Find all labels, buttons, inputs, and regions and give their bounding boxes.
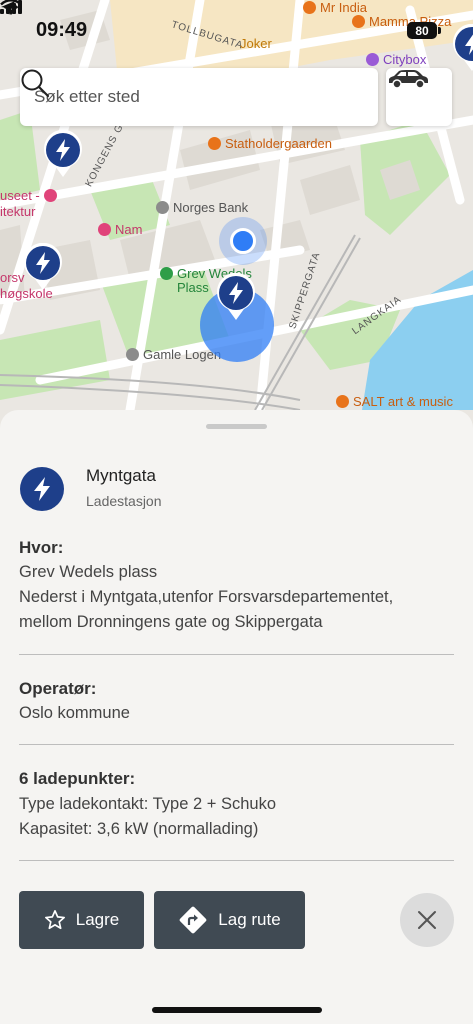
status-bar: 09:49 80 [0,0,473,58]
charging-marker[interactable] [23,243,63,291]
divider [19,860,454,861]
operator-title: Operatør: [19,679,97,698]
car-icon [389,70,428,89]
poi-nam[interactable]: Nam [98,222,142,237]
route-button[interactable]: Lag rute [154,891,305,949]
venue-icon [126,348,139,361]
route-label: Lag rute [218,910,281,929]
map-view[interactable]: TOLLBUGATA KONGENS G SKIPPERGATA LANGKAI… [0,0,473,430]
poi-forsvars: orsv [0,270,25,285]
operator-name: Oslo kommune [19,704,130,722]
close-button[interactable] [400,893,454,947]
poi-label: Nam [115,222,143,237]
home-indicator[interactable] [152,1007,322,1013]
poi-salt[interactable]: SALT art & music [336,394,453,409]
poi-museet[interactable]: useet - [0,188,57,203]
charging-marker-selected[interactable] [216,273,256,321]
poi-label: Statholdergaarden [225,136,332,151]
poi-norges-bank[interactable]: Norges Bank [156,200,248,215]
charging-marker[interactable] [43,130,83,178]
poi-label: useet - [0,188,40,203]
poi-statholdergaarden[interactable]: Statholdergaarden [208,136,332,151]
vehicle-button[interactable] [386,68,452,126]
bank-icon [156,201,169,214]
directions-icon [179,906,207,934]
poi-arkitektur: itektur [0,204,35,219]
where-line: Grev Wedels plass [19,563,158,581]
poi-label: Plass [177,280,209,295]
station-icon [20,467,64,511]
star-icon [44,910,65,930]
user-location-dot [230,228,256,254]
search-bar[interactable] [20,68,378,126]
battery-icon: 80 [407,22,437,39]
where-title: Hvor: [19,538,64,557]
poi-label: SALT art & music [353,394,453,409]
wifi-icon [0,0,22,15]
venue-icon [336,395,349,408]
status-time: 09:49 [36,19,88,41]
poi-label: itektur [0,204,36,219]
charge-point-info: Type ladekontakt: Type 2 + Schuko [19,795,276,813]
sheet-grabber[interactable] [206,424,267,429]
poi-label: Norges Bank [173,200,249,215]
search-icon[interactable] [20,68,50,98]
station-type: Ladestasjon [86,493,162,509]
poi-label: orsv [0,270,25,285]
charge-point-info: Kapasitet: 3,6 kW (normallading) [19,820,259,838]
charge-points-title: 6 ladepunkter: [19,769,136,788]
station-name: Myntgata [86,466,156,485]
restaurant-icon [208,137,221,150]
search-input[interactable] [34,87,314,107]
save-label: Lagre [75,910,120,929]
museum-icon [98,223,111,236]
where-line: Nederst i Myntgata,utenfor Forsvarsdepar… [19,588,394,606]
save-button[interactable]: Lagre [19,891,144,949]
divider [19,654,454,655]
poi-gamle-logen[interactable]: Gamle Logen [126,347,221,362]
park-icon [160,267,173,280]
where-line: mellom Dronningens gate og Skippergata [19,613,323,631]
battery-nub [438,27,441,34]
lightning-icon [34,477,50,501]
close-icon [418,911,436,929]
station-details-sheet: Myntgata Ladestasjon Hvor: Grev Wedels p… [0,410,473,1024]
poi-grev-wedels-plass: Plass [177,280,209,295]
museum-icon [43,189,57,202]
divider [19,744,454,745]
